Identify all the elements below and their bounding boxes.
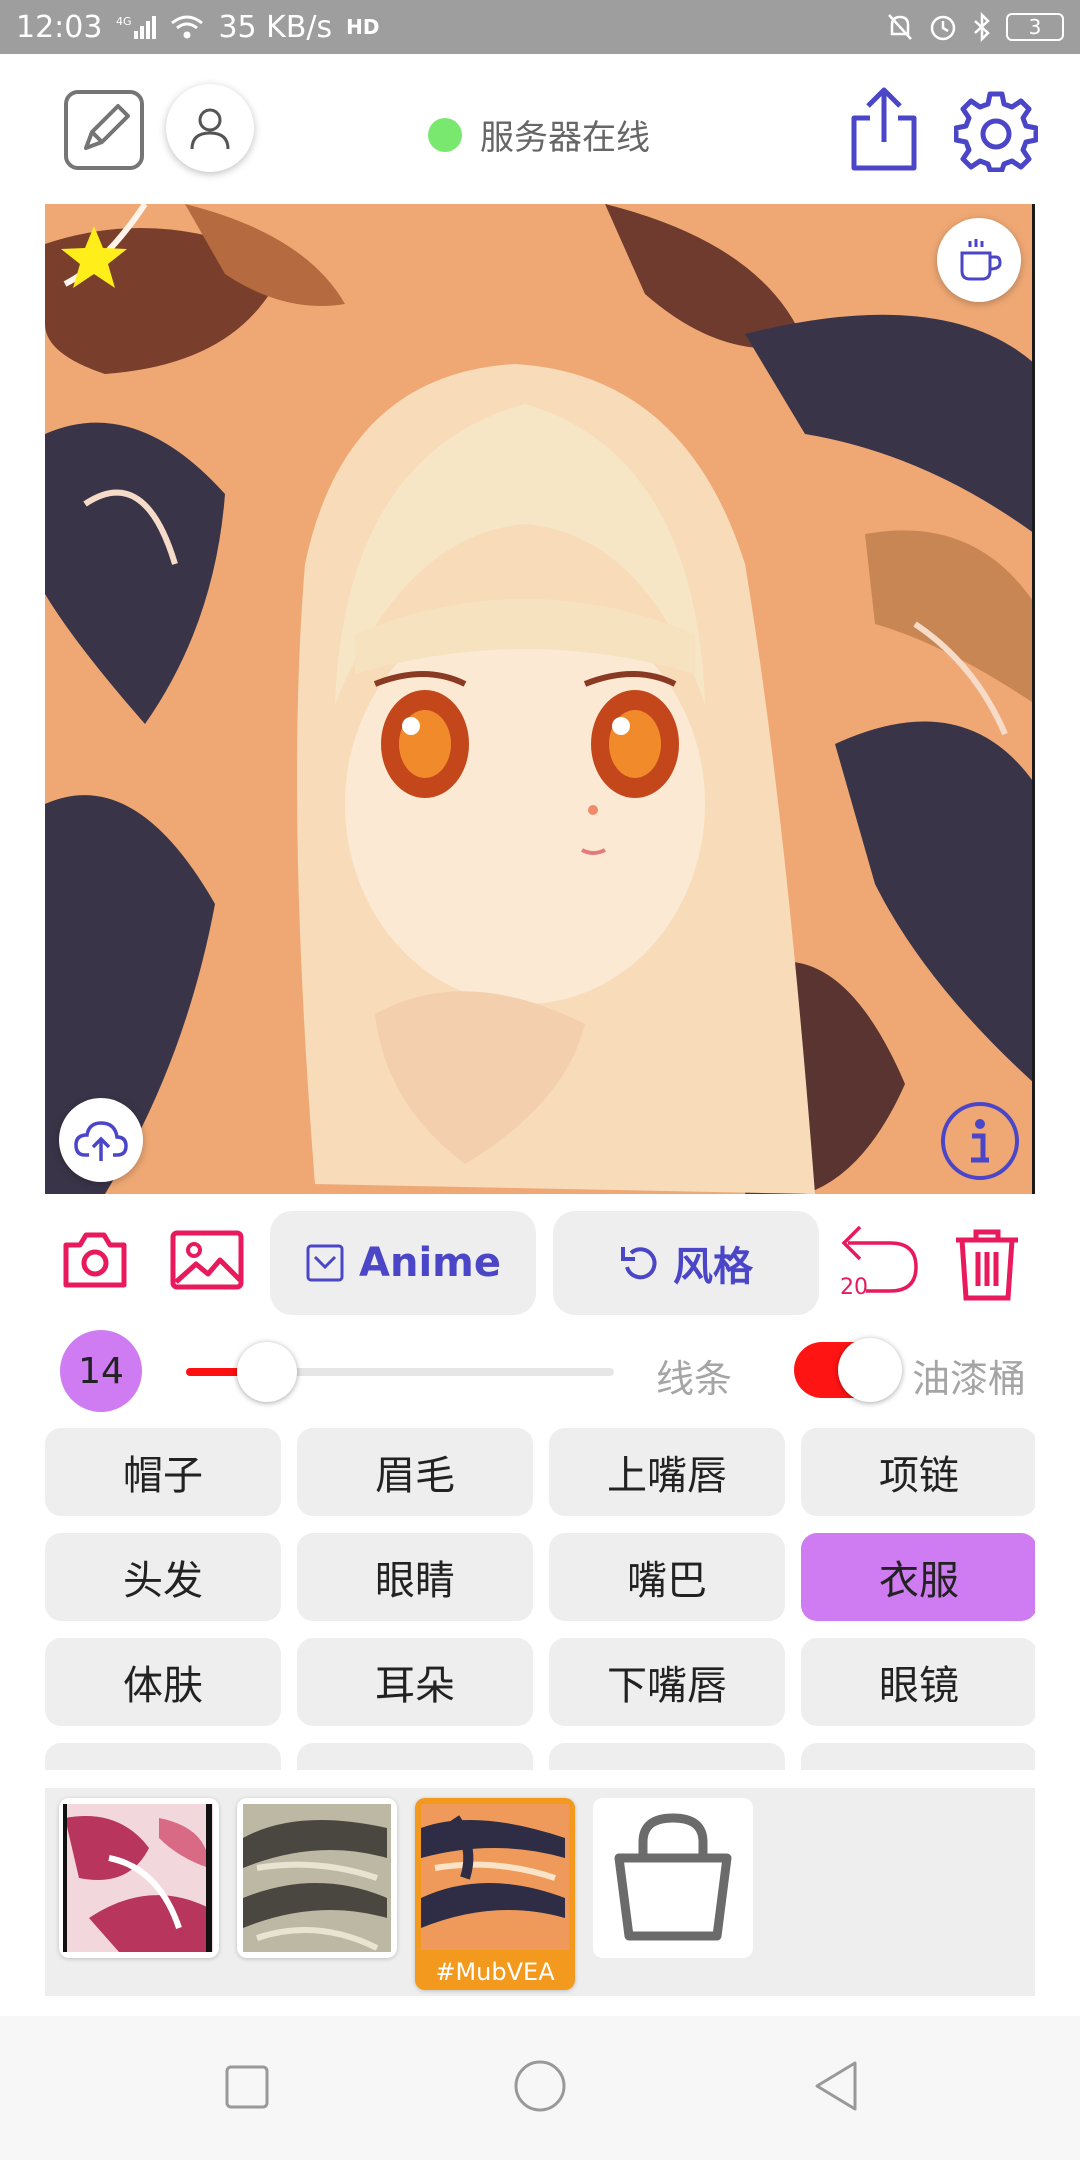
settings-button[interactable] [954,88,1038,172]
style-store-button[interactable] [593,1798,753,1958]
image-icon [170,1230,244,1290]
part-chip[interactable]: 眼睛 [297,1533,533,1621]
camera-icon [63,1232,127,1288]
style-thumb-orange-selected[interactable]: #MubVEA [415,1798,575,1990]
alarm-icon [928,12,958,42]
part-chip[interactable]: 体肤 [45,1638,281,1726]
style-preview-image [63,1804,213,1952]
dropdown-icon [306,1244,344,1282]
system-nav-bar [0,2016,1080,2160]
style-button[interactable]: 风格 [553,1211,819,1315]
part-chip[interactable]: 下嘴唇 [549,1638,785,1726]
camera-button[interactable] [62,1227,128,1291]
status-dot [428,117,462,152]
generated-image [45,204,1035,1194]
edit-button[interactable] [62,88,146,172]
trash-icon [956,1229,1018,1301]
share-button[interactable] [846,84,922,174]
info-button[interactable] [939,1100,1021,1182]
server-status-label: 服务器在线 [480,118,650,158]
info-icon [941,1102,1019,1180]
battery-level: 3 [1028,15,1042,39]
bucket-label: 油漆桶 [912,1357,1027,1401]
home-button[interactable] [510,2056,570,2116]
part-chip[interactable]: 眉毛 [297,1428,533,1516]
coffee-icon [960,239,1002,281]
clock: 12:03 [16,9,103,45]
style-label: 风格 [673,1244,753,1290]
back-button[interactable] [808,2058,864,2114]
user-icon [190,108,230,150]
tool-row: Anime 风格 20 [0,1205,1080,1315]
part-chip-hidden[interactable] [549,1743,785,1770]
square-icon [225,2065,269,2109]
bluetooth-icon [972,12,992,42]
gallery-button[interactable] [170,1229,244,1291]
refresh-icon [621,1247,657,1280]
part-chip[interactable]: 眼镜 [801,1638,1035,1726]
undo-count: 20 [840,1275,868,1300]
toggle-knob [838,1338,902,1402]
gear-icon [954,91,1038,172]
recents-button[interactable] [220,2060,274,2114]
svg-text:4G: 4G [116,15,132,28]
upload-button[interactable] [59,1098,143,1182]
edit-icon [64,90,144,170]
lines-label: 线条 [656,1357,733,1401]
model-selector[interactable]: Anime [270,1211,536,1315]
style-tag: #MubVEA [435,1958,555,1986]
bell-off-icon [886,12,914,42]
hd-icon: HD [346,15,380,39]
slider-thumb[interactable] [237,1342,298,1402]
cloud-upload-icon [74,1121,128,1161]
brush-size-value: 14 [78,1350,124,1392]
part-chip[interactable]: 头发 [45,1533,281,1621]
brush-size-badge: 14 [60,1330,142,1412]
drawing-canvas[interactable] [45,204,1035,1194]
part-grid: 帽子 眉毛 上嘴唇 项链头发 眼睛 嘴巴 衣服体肤 耳朵 下嘴唇 眼镜 [45,1428,1035,1770]
network-speed: 35 KB/s [218,9,333,45]
part-chip[interactable]: 衣服 [801,1533,1035,1621]
part-chip[interactable]: 耳朵 [297,1638,533,1726]
top-bar: 服务器在线 [0,54,1080,204]
style-preview-image [243,1804,391,1952]
favorite-button[interactable] [59,222,129,292]
star-icon [61,226,127,288]
model-label: Anime [359,1240,501,1286]
part-chip[interactable]: 上嘴唇 [549,1428,785,1516]
part-chip[interactable]: 帽子 [45,1428,281,1516]
wifi-icon [170,13,204,41]
part-chip-hidden[interactable] [801,1743,1035,1770]
part-chip[interactable]: 项链 [801,1428,1035,1516]
bucket-toggle[interactable] [794,1338,902,1402]
profile-button[interactable] [166,84,254,172]
style-thumbnails: #MubVEA [45,1788,1035,1996]
part-chip[interactable]: 嘴巴 [549,1533,785,1621]
shopping-bag-icon [614,1813,732,1941]
support-button[interactable] [937,218,1021,302]
signal-icon: 4G [116,13,157,41]
part-chip-hidden[interactable] [45,1743,281,1770]
triangle-back-icon [815,2061,857,2111]
style-thumb-grey[interactable] [237,1798,397,1958]
circle-icon [514,2060,566,2112]
status-bar: 12:03 4G 35 KB/s HD 3 [0,0,1080,54]
server-status: 服务器在线 [428,110,650,159]
delete-button[interactable] [950,1225,1024,1303]
share-icon [851,87,917,171]
battery-icon: 3 [1006,13,1064,41]
style-thumb-pink[interactable] [59,1798,219,1958]
style-preview-image [421,1804,569,1950]
brush-controls: 14 线条 油漆桶 [0,1330,1080,1412]
part-chip-hidden[interactable] [297,1743,533,1770]
